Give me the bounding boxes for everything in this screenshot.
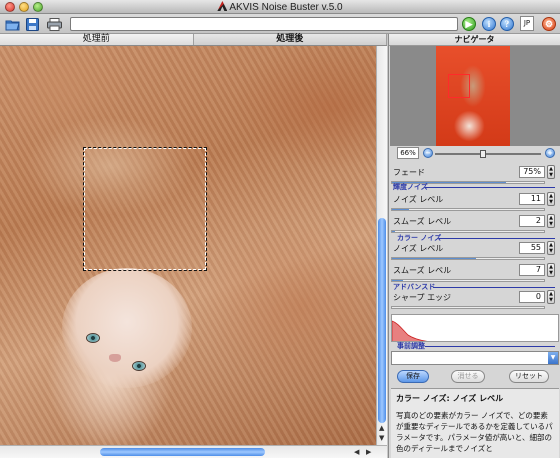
lum-noise-slider-fill — [392, 209, 409, 210]
lum-noise-slider[interactable] — [391, 208, 545, 211]
color-smooth-value[interactable]: 7 — [519, 264, 545, 276]
sharp-edges-value[interactable]: 0 — [519, 291, 545, 303]
language-button[interactable]: JP — [520, 16, 534, 31]
cat-eye-right — [132, 361, 146, 371]
sharp-edges-control: シャープ エッジ 0 ▲ ▼ — [391, 290, 559, 312]
file-path-field[interactable] — [70, 17, 458, 31]
color-noise-slider-fill — [392, 258, 476, 259]
presets-group-line — [425, 346, 555, 347]
vertical-scrollbar[interactable]: ▲ ▼ — [376, 46, 387, 445]
advanced-group-line — [433, 287, 555, 288]
color-smooth-label: スムーズ レベル — [393, 266, 452, 275]
color-smooth-stepper[interactable]: ▲ ▼ — [547, 263, 555, 277]
zoom-out-icon[interactable]: − — [423, 148, 433, 158]
scroll-left-icon[interactable]: ◀ — [354, 448, 359, 456]
color-noise-control: ノイズ レベル 55 ▲ ▼ — [391, 241, 559, 263]
zoom-value[interactable]: 66% — [397, 147, 419, 159]
zoom-control: 66% − + — [391, 147, 559, 161]
lum-noise-stepper[interactable]: ▲ ▼ — [547, 192, 555, 206]
scroll-down-icon[interactable]: ▼ — [379, 434, 384, 442]
scroll-right-icon[interactable]: ▶ — [366, 448, 371, 456]
zoom-slider-knob[interactable] — [480, 150, 486, 158]
color-noise-slider[interactable] — [391, 257, 545, 260]
presets-header: 事前調整 — [397, 342, 425, 350]
navigator-view[interactable] — [390, 46, 560, 146]
lum-smooth-slider-fill — [392, 231, 396, 232]
color-smooth-slider-fill — [392, 280, 403, 281]
sharp-edges-label: シャープ エッジ — [393, 293, 452, 302]
info-icon[interactable]: i — [482, 17, 496, 31]
histogram-graphic — [392, 320, 428, 341]
horizontal-scroll-thumb[interactable] — [100, 448, 265, 456]
noise-histogram — [391, 314, 559, 342]
fade-value[interactable]: 75% — [519, 166, 545, 178]
color-noise-value[interactable]: 55 — [519, 242, 545, 254]
sharp-edges-stepper[interactable]: ▲ ▼ — [547, 290, 555, 304]
reset-button[interactable]: リセット — [509, 370, 549, 383]
scroll-up-icon[interactable]: ▲ — [379, 424, 384, 432]
help-body: 写真のどの要素がカラー ノイズで、どの要素が重要なディテールであるかを定義してい… — [396, 411, 553, 453]
window-title: AKVIS Noise Buster v.5.0 — [229, 2, 343, 13]
luminance-noise-header: 輝度ノイズ — [393, 183, 428, 191]
akvis-logo-icon — [217, 1, 228, 11]
navigator-title: ナビゲータ — [389, 34, 560, 46]
preset-dropdown-icon[interactable]: ▼ — [548, 352, 558, 364]
image-canvas[interactable] — [0, 46, 376, 445]
navigator-viewport-frame[interactable] — [448, 74, 470, 98]
sharp-edges-slider[interactable] — [391, 306, 545, 309]
preferences-icon[interactable]: ⚙ — [542, 17, 556, 31]
tab-before[interactable]: 処理前 — [0, 34, 194, 45]
vertical-scroll-thumb[interactable] — [378, 218, 386, 423]
zoom-in-icon[interactable]: + — [545, 148, 555, 158]
lum-smooth-stepper[interactable]: ▲ ▼ — [547, 214, 555, 228]
zoom-slider-track[interactable] — [435, 153, 541, 155]
color-group-line — [439, 238, 555, 239]
horizontal-scrollbar[interactable]: ◀ ▶ — [0, 445, 387, 458]
color-noise-label: ノイズ レベル — [393, 244, 444, 253]
preset-select[interactable]: ▼ — [391, 351, 559, 365]
lum-noise-value[interactable]: 11 — [519, 193, 545, 205]
help-icon[interactable]: ? — [500, 17, 514, 31]
preview-selection[interactable] — [83, 147, 207, 271]
color-noise-stepper[interactable]: ▲ ▼ — [547, 241, 555, 255]
help-title: カラー ノイズ: ノイズ レベル — [396, 394, 504, 403]
luminance-group-line — [425, 187, 555, 188]
open-folder-icon[interactable] — [4, 16, 20, 32]
print-icon[interactable] — [46, 16, 62, 32]
cat-face — [62, 268, 192, 388]
lum-smooth-label: スムーズ レベル — [393, 217, 452, 226]
settings-panel: ナビゲータ 66% − + フェード 75% ▲ ▼ 輝度ノイズ ノイズ レベル … — [388, 34, 560, 458]
save-icon[interactable] — [24, 16, 40, 32]
view-tabs: 処理前 処理後 — [0, 34, 387, 46]
save-preset-button[interactable]: 保存 — [397, 370, 429, 383]
tab-after[interactable]: 処理後 — [193, 34, 387, 45]
delete-preset-button[interactable]: 消せる — [451, 370, 485, 383]
fade-label: フェード — [393, 168, 425, 177]
lum-noise-control: ノイズ レベル 11 ▲ ▼ — [391, 192, 559, 214]
cat-eye-left — [86, 333, 100, 343]
title-bar: AKVIS Noise Buster v.5.0 — [0, 0, 560, 14]
cat-nose — [109, 354, 121, 362]
toolbar: ▶ i ? JP ⚙ — [0, 14, 560, 34]
run-icon[interactable]: ▶ — [462, 17, 476, 31]
help-panel: カラー ノイズ: ノイズ レベル 写真のどの要素がカラー ノイズで、どの要素が重… — [391, 388, 559, 458]
lum-noise-label: ノイズ レベル — [393, 195, 444, 204]
lum-smooth-value[interactable]: 2 — [519, 215, 545, 227]
fade-stepper[interactable]: ▲ ▼ — [547, 165, 555, 179]
window-title-wrap: AKVIS Noise Buster v.5.0 — [0, 1, 560, 13]
